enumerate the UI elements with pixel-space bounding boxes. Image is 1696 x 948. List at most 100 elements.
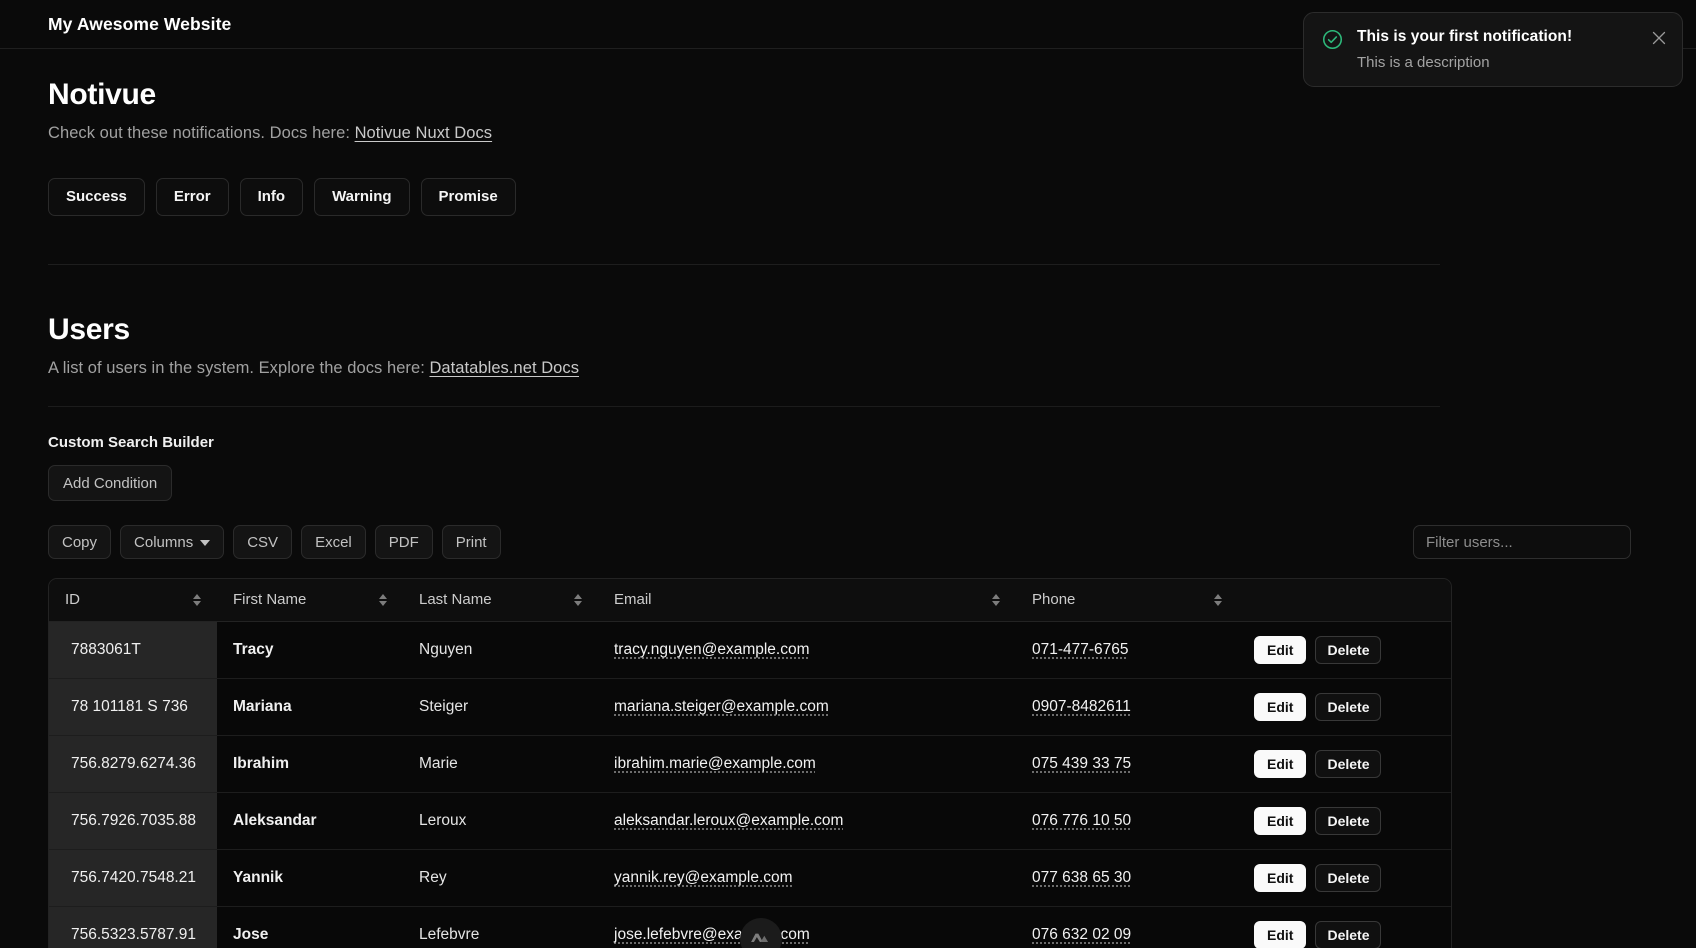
phone-link[interactable]: 075 439 33 75 (1032, 755, 1131, 772)
email-link[interactable]: aleksandar.leroux@example.com (614, 812, 843, 829)
phone-link[interactable]: 071-477-6765 (1032, 641, 1129, 658)
site-title: My Awesome Website (48, 13, 232, 34)
toolbar-search (1413, 525, 1631, 559)
copy-button[interactable]: Copy (48, 525, 112, 559)
cell-last-name: Rey (403, 849, 598, 906)
edit-button[interactable]: Edit (1254, 692, 1307, 721)
cell-email: ibrahim.marie@example.com (598, 735, 1016, 792)
column-header-id[interactable]: ID (49, 579, 217, 622)
cell-email: mariana.steiger@example.com (598, 678, 1016, 735)
sort-icon[interactable] (193, 593, 201, 606)
sort-icon[interactable] (1214, 593, 1222, 606)
columns-button[interactable]: Columns (120, 525, 225, 559)
column-header-actions (1238, 579, 1451, 622)
cell-first-name: Tracy (217, 621, 403, 678)
search-builder-label: Custom Search Builder (48, 434, 214, 451)
email-link[interactable]: mariana.steiger@example.com (614, 698, 829, 715)
chevron-down-icon (200, 540, 211, 546)
notivue-subtitle: Check out these notifications. Docs here… (48, 124, 1648, 143)
cell-actions: Edit Delete (1238, 906, 1451, 948)
edit-button[interactable]: Edit (1254, 635, 1307, 664)
pdf-button[interactable]: PDF (374, 525, 433, 559)
close-icon[interactable] (1650, 30, 1668, 48)
cell-first-name: Aleksandar (217, 792, 403, 849)
cell-id: 756.7926.7035.88 (49, 792, 217, 849)
cell-first-name: Mariana (217, 678, 403, 735)
table-row: 756.7926.7035.88 Aleksandar Leroux aleksand… (49, 792, 1451, 849)
column-header-last-name-label: Last Name (419, 591, 492, 609)
cell-actions: Edit Delete (1238, 792, 1451, 849)
cell-actions: Edit Delete (1238, 621, 1451, 678)
delete-button[interactable]: Delete (1315, 635, 1382, 664)
delete-button[interactable]: Delete (1315, 692, 1382, 721)
users-divider (48, 406, 1440, 407)
sort-icon[interactable] (379, 593, 387, 606)
users-table-head: ID First Name Last Name Email Phone (49, 579, 1451, 622)
notify-error-button[interactable]: Error (155, 178, 229, 216)
page-content: Notivue Check out these notifications. D… (0, 49, 1696, 948)
sort-icon[interactable] (992, 593, 1000, 606)
phone-link[interactable]: 0907-8482611 (1032, 698, 1131, 715)
cell-id: 756.5323.5787.91 (49, 906, 217, 948)
edit-button[interactable]: Edit (1254, 863, 1307, 892)
toolbar-buttons: Copy Columns CSV Excel PDF Print (48, 525, 501, 559)
cell-phone: 0907-8482611 (1016, 678, 1238, 735)
edit-button[interactable]: Edit (1254, 920, 1307, 948)
csv-button-label: CSV (247, 533, 279, 551)
column-header-phone[interactable]: Phone (1016, 579, 1238, 622)
copy-button-label: Copy (62, 533, 98, 551)
delete-button[interactable]: Delete (1315, 806, 1382, 835)
column-header-email-label: Email (614, 591, 652, 609)
notivue-docs-link[interactable]: Notivue Nuxt Docs (355, 124, 492, 142)
notify-success-button[interactable]: Success (48, 178, 145, 216)
cell-first-name: Jose (217, 906, 403, 948)
toast-title: This is your first notification! (1357, 28, 1573, 45)
excel-button-label: Excel (315, 533, 352, 551)
table-row: 756.8279.6274.36 Ibrahim Marie ibrahim.mari… (49, 735, 1451, 792)
datatables-docs-link[interactable]: Datatables.net Docs (429, 359, 579, 377)
phone-link[interactable]: 076 776 10 50 (1032, 812, 1131, 829)
sort-icon[interactable] (574, 593, 582, 606)
phone-link[interactable]: 076 632 02 09 (1032, 926, 1131, 943)
email-link[interactable]: tracy.nguyen@example.com (614, 641, 810, 658)
users-section: Users A list of users in the system. Exp… (48, 265, 1648, 948)
cell-phone: 077 638 65 30 (1016, 849, 1238, 906)
notify-info-button[interactable]: Info (239, 178, 304, 216)
email-link[interactable]: ibrahim.marie@example.com (614, 755, 816, 772)
edit-button[interactable]: Edit (1254, 806, 1307, 835)
cell-email: jose.lefebvre@example.com (598, 906, 1016, 948)
cell-first-name: Yannik (217, 849, 403, 906)
filter-users-input[interactable] (1413, 525, 1631, 559)
edit-button[interactable]: Edit (1254, 749, 1307, 778)
notivue-button-row: Success Error Info Warning Promise (48, 178, 1648, 216)
cell-actions: Edit Delete (1238, 849, 1451, 906)
notify-warning-button[interactable]: Warning (314, 178, 410, 216)
column-header-first-name[interactable]: First Name (217, 579, 403, 622)
excel-button[interactable]: Excel (301, 525, 366, 559)
toast-description: This is a description (1357, 54, 1490, 71)
phone-link[interactable]: 077 638 65 30 (1032, 869, 1131, 886)
delete-button[interactable]: Delete (1315, 863, 1382, 892)
add-condition-button[interactable]: Add Condition (48, 465, 173, 501)
cell-email: tracy.nguyen@example.com (598, 621, 1016, 678)
users-heading: Users (48, 313, 130, 346)
print-button[interactable]: Print (441, 525, 501, 559)
column-header-last-name[interactable]: Last Name (403, 579, 598, 622)
cell-email: aleksandar.leroux@example.com (598, 792, 1016, 849)
cell-id: 7883061T (49, 621, 217, 678)
pdf-button-label: PDF (388, 533, 419, 551)
print-button-label: Print (455, 533, 487, 551)
csv-button[interactable]: CSV (233, 525, 293, 559)
notify-promise-button[interactable]: Promise (420, 178, 516, 216)
notification-toast[interactable]: This is your first notification! This is… (1303, 12, 1683, 87)
table-row: 756.7420.7548.21 Yannik Rey yannik.rey@exam… (49, 849, 1451, 906)
cell-first-name: Ibrahim (217, 735, 403, 792)
column-header-email[interactable]: Email (598, 579, 1016, 622)
delete-button[interactable]: Delete (1315, 749, 1382, 778)
cell-last-name: Steiger (403, 678, 598, 735)
users-table: ID First Name Last Name Email Phone 7883… (49, 579, 1451, 948)
table-row: 7883061T Tracy Nguyen tracy.nguyen@example.… (49, 621, 1451, 678)
cell-phone: 075 439 33 75 (1016, 735, 1238, 792)
delete-button[interactable]: Delete (1315, 920, 1382, 948)
email-link[interactable]: yannik.rey@example.com (614, 869, 793, 886)
